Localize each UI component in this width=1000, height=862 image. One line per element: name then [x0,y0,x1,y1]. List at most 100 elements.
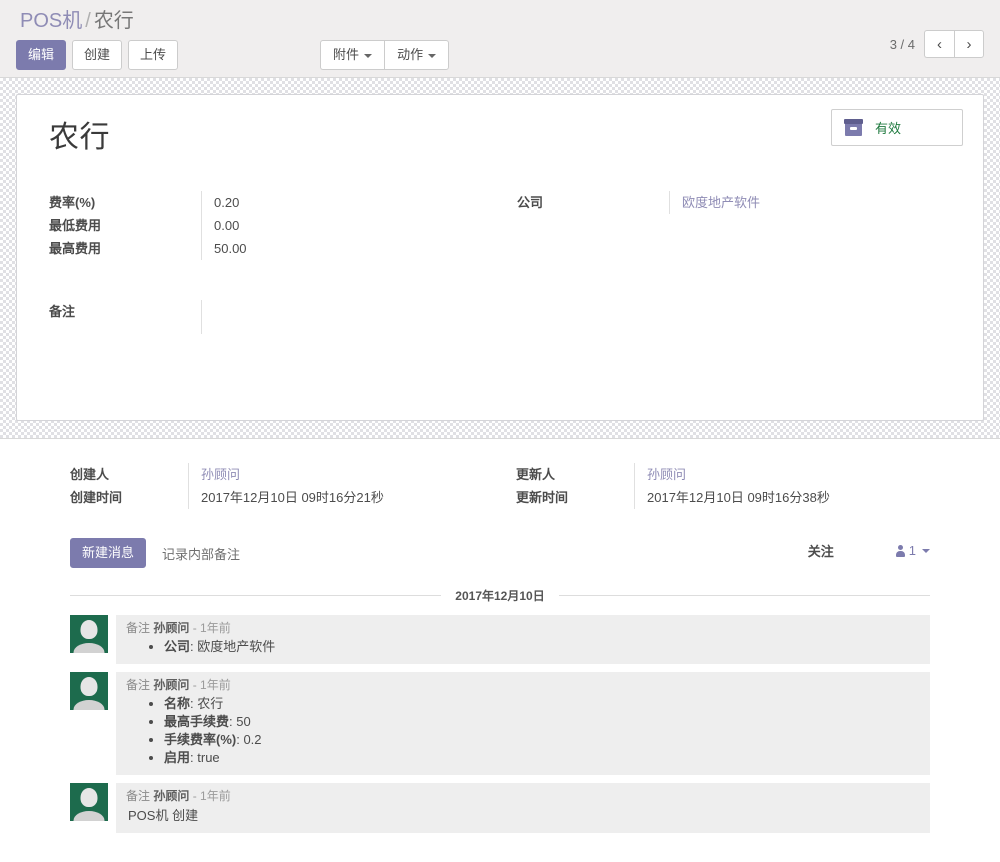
breadcrumb-separator: / [85,10,91,32]
message-body: 备注 孙顾问 - 1年前 POS机 创建 [116,783,930,833]
message-age: - 1年前 [192,678,231,692]
chevron-down-icon [428,53,437,58]
message-text: POS机 创建 [128,808,199,823]
control-panel: POS机 / 农行 编辑 创建 上传 附件 动作 3 / 4 ‹ › [0,0,1000,78]
message-body: 备注 孙顾问 - 1年前 名称: 农行 最高手续费: 50 手续费率(%): 0… [116,672,930,775]
breadcrumb: POS机 / 农行 [16,6,984,40]
field-grid: 费率(%) 0.20 最低费用 0.00 最高费用 50.00 备注 公司 欧度… [39,191,961,334]
date-divider-label: 2017年12月10日 [455,589,545,603]
meta-value-updated-on: 2017年12月10日 09时16分38秒 [634,486,930,509]
chevron-down-icon [922,548,930,553]
sheet-background: 有效 农行 费率(%) 0.20 最低费用 0.00 最高费用 50.00 备注 [0,78,1000,438]
list-item: 启用: true [164,749,920,767]
pager: 3 / 4 ‹ › [890,30,984,58]
create-button[interactable]: 创建 [72,40,123,70]
message-prefix: 备注 [126,678,151,692]
follower-area: 关注 1 [808,541,930,560]
message-change-list: 名称: 农行 最高手续费: 50 手续费率(%): 0.2 启用: true [126,695,920,767]
field-value-max-fee: 50.00 [201,237,490,260]
meta-label-created-by: 创建人 [70,467,110,482]
meta-row: 创建人 孙顾问 [70,463,500,486]
field-row: 公司 欧度地产软件 [507,191,951,214]
page-title: 农行 [49,121,110,154]
breadcrumb-parent[interactable]: POS机 [20,10,82,32]
message-prefix: 备注 [126,789,151,803]
meta-column-left: 创建人 孙顾问 创建时间 2017年12月10日 09时16分21秒 [70,463,500,509]
attachment-dropdown-button[interactable]: 附件 [320,40,385,70]
field-value-min-fee: 0.00 [201,214,490,237]
meta-label-updated-by: 更新人 [516,467,556,482]
dropdown-button-group: 附件 动作 [320,40,450,70]
upload-button[interactable]: 上传 [128,40,179,70]
field-row-notes: 备注 [39,300,490,334]
meta-column-right: 更新人 孙顾问 更新时间 2017年12月10日 09时16分38秒 [500,463,930,509]
meta-label-updated-on: 更新时间 [516,490,569,505]
message-meta: 备注 孙顾问 - 1年前 [126,788,920,805]
message-age: - 1年前 [192,621,231,635]
chatter: 新建消息 记录内部备注 关注 1 2017年12月10日 备注 孙顾问 - 1年… [16,509,984,833]
attachment-label: 附件 [333,47,360,62]
meta-row: 更新时间 2017年12月10日 09时16分38秒 [516,486,930,509]
message-item: 备注 孙顾问 - 1年前 名称: 农行 最高手续费: 50 手续费率(%): 0… [70,672,930,775]
follower-count-dropdown[interactable]: 1 [895,543,930,558]
list-item: 公司: 欧度地产软件 [164,638,920,656]
meta-value-updated-by: 孙顾问 [634,463,930,486]
message-author[interactable]: 孙顾问 [153,789,189,803]
pager-count: 3 / 4 [889,36,915,52]
next-record-button[interactable]: › [954,30,984,58]
form-sheet: 有效 农行 费率(%) 0.20 最低费用 0.00 最高费用 50.00 备注 [16,94,984,421]
meta-value-created-on: 2017年12月10日 09时16分21秒 [188,486,500,509]
change-value: 欧度地产软件 [197,639,276,654]
change-value: 农行 [197,696,224,711]
field-value-company[interactable]: 欧度地产软件 [669,191,951,214]
field-row: 费率(%) 0.20 [39,191,490,214]
meta-grid: 创建人 孙顾问 创建时间 2017年12月10日 09时16分21秒 更新人 孙… [16,463,984,509]
status-badge[interactable]: 有效 [831,109,963,146]
message-prefix: 备注 [126,621,151,635]
message-meta: 备注 孙顾问 - 1年前 [126,620,920,637]
message-author[interactable]: 孙顾问 [153,621,189,635]
action-label: 动作 [397,47,424,62]
field-column-right: 公司 欧度地产软件 [500,191,961,334]
message-body: 备注 孙顾问 - 1年前 公司: 欧度地产软件 [116,615,930,664]
field-label-notes: 备注 [49,304,76,319]
meta-row: 创建时间 2017年12月10日 09时16分21秒 [70,486,500,509]
archive-box-icon [844,119,863,136]
field-value-rate: 0.20 [201,191,490,214]
log-note-button[interactable]: 记录内部备注 [160,537,242,570]
status-badge-label: 有效 [875,121,902,136]
meta-label-created-on: 创建时间 [70,490,123,505]
change-label: 公司 [164,639,191,654]
action-dropdown-button[interactable]: 动作 [384,40,450,70]
person-icon [895,544,905,557]
field-row: 最高费用 50.00 [39,237,490,260]
message-item: 备注 孙顾问 - 1年前 公司: 欧度地产软件 [70,615,930,664]
previous-record-button[interactable]: ‹ [924,30,954,58]
message-change-list: 公司: 欧度地产软件 [126,638,920,656]
avatar [70,615,108,653]
record-footer: 创建人 孙顾问 创建时间 2017年12月10日 09时16分21秒 更新人 孙… [0,438,1000,833]
follow-button[interactable]: 关注 [808,541,834,560]
chevron-down-icon [364,53,373,58]
meta-value-created-by: 孙顾问 [188,463,500,486]
field-label-rate: 费率(%) [49,195,96,210]
message-author[interactable]: 孙顾问 [153,678,189,692]
follower-count-label: 1 [908,543,916,558]
change-label: 名称 [164,696,191,711]
field-column-left: 费率(%) 0.20 最低费用 0.00 最高费用 50.00 备注 [39,191,500,334]
chatter-toolbar: 新建消息 记录内部备注 关注 1 [70,538,930,568]
message-item: 备注 孙顾问 - 1年前 POS机 创建 [70,783,930,833]
pager-buttons: ‹ › [924,30,984,58]
message-age: - 1年前 [192,789,231,803]
edit-button[interactable]: 编辑 [16,40,67,70]
change-label: 手续费率(%) [164,732,237,747]
list-item: 最高手续费: 50 [164,713,920,731]
list-item: 手续费率(%): 0.2 [164,731,920,749]
change-value: 50 [236,714,251,729]
new-message-button[interactable]: 新建消息 [70,538,147,568]
field-label-max-fee: 最高费用 [49,241,102,256]
field-label-company: 公司 [517,195,544,210]
avatar [70,672,108,710]
change-label: 最高手续费 [164,714,230,729]
change-value: true [197,750,220,765]
